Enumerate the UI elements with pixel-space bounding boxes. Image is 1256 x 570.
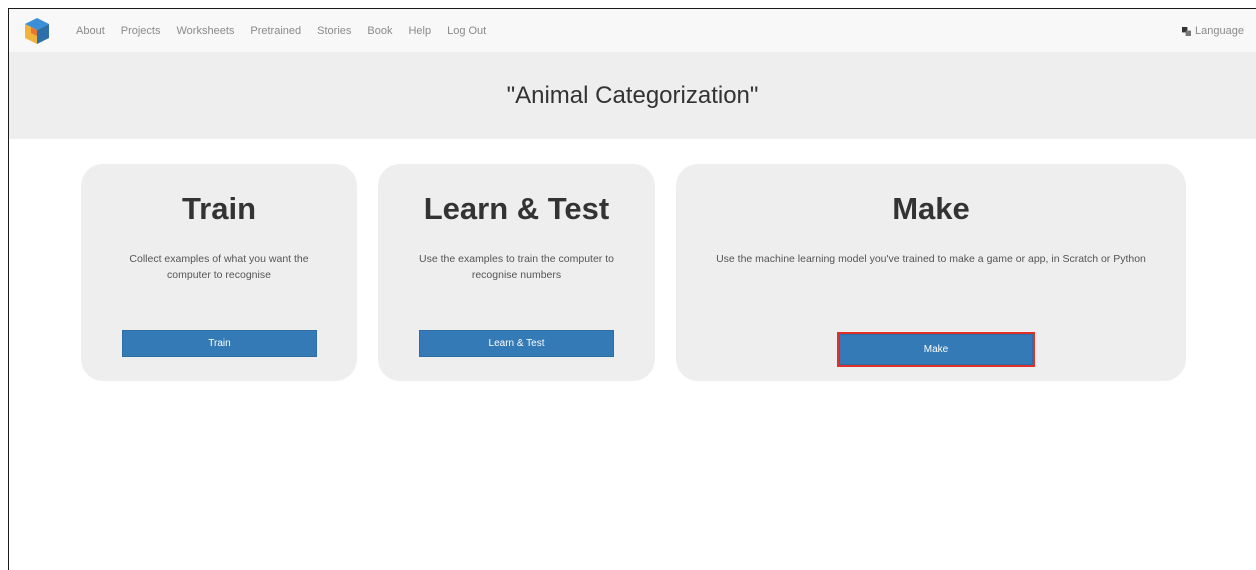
train-card-title: Train xyxy=(181,191,257,226)
learn-test-card-title: Learn & Test xyxy=(423,191,610,226)
translate-icon xyxy=(1182,26,1192,36)
language-selector[interactable]: Language xyxy=(1182,9,1244,53)
make-card-description: Use the machine learning model you've tr… xyxy=(716,253,1146,265)
nav-link-logout[interactable]: Log Out xyxy=(447,25,486,37)
nav-link-pretrained[interactable]: Pretrained xyxy=(250,25,301,37)
cube-logo-icon[interactable] xyxy=(23,16,51,46)
nav-links: About Projects Worksheets Pretrained Sto… xyxy=(76,9,502,53)
learn-test-button[interactable]: Learn & Test xyxy=(419,330,614,357)
nav-link-stories[interactable]: Stories xyxy=(317,25,351,37)
nav-link-about[interactable]: About xyxy=(76,25,105,37)
train-button[interactable]: Train xyxy=(122,330,317,357)
learn-test-card: Learn & Test Use the examples to train t… xyxy=(378,164,655,381)
nav-link-book[interactable]: Book xyxy=(367,25,392,37)
project-title: "Animal Categorization" xyxy=(506,82,759,109)
train-card: Train Collect examples of what you want … xyxy=(81,164,357,381)
nav-link-projects[interactable]: Projects xyxy=(121,25,161,37)
train-card-description: Collect examples of what you want the co… xyxy=(129,253,309,281)
make-button[interactable]: Make xyxy=(837,332,1035,367)
language-label: Language xyxy=(1195,25,1244,37)
app-window: About Projects Worksheets Pretrained Sto… xyxy=(8,8,1256,570)
navbar: About Projects Worksheets Pretrained Sto… xyxy=(9,9,1256,53)
make-card: Make Use the machine learning model you'… xyxy=(676,164,1186,381)
project-banner: "Animal Categorization" xyxy=(9,53,1256,139)
nav-link-worksheets[interactable]: Worksheets xyxy=(177,25,235,37)
learn-test-card-description: Use the examples to train the computer t… xyxy=(419,253,614,281)
nav-link-help[interactable]: Help xyxy=(408,25,431,37)
make-card-title: Make xyxy=(892,191,970,226)
